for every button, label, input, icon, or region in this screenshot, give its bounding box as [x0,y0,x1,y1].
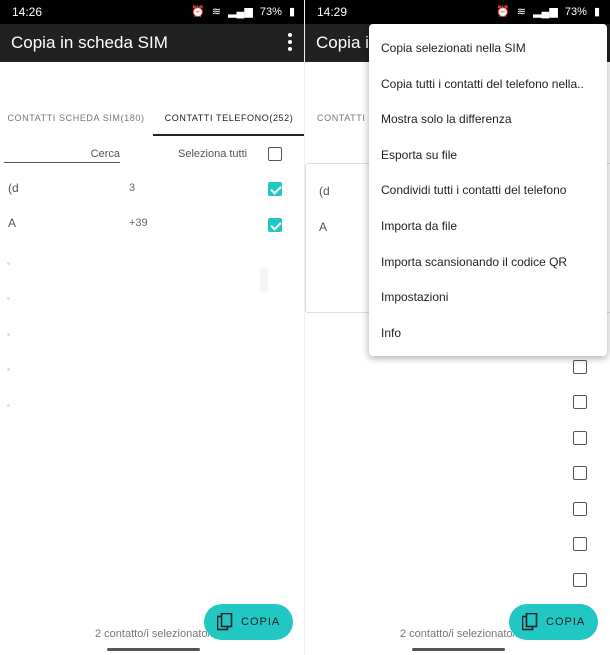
status-bar: 14:29 ⏰ ≋ ▂▄▆ 73% ▮ [305,0,610,24]
home-indicator[interactable] [412,648,505,651]
battery-percent: 73% [259,6,282,18]
menu-item-copy-all[interactable]: Copia tutti i contatti del telefono nell… [381,77,584,91]
menu-item-import-file[interactable]: Importa da file [381,219,457,233]
search-field[interactable]: Cerca [80,148,120,160]
faded-row-marker [7,333,10,336]
status-time: 14:26 [12,5,43,19]
signal-icon: ▂▄▆ [228,6,253,18]
copy-button[interactable]: COPIA [509,604,598,640]
wifi-icon: ≋ [211,6,221,18]
left-screen: 14:26 ⏰ ≋ ▂▄▆ 73% ▮ Copia in scheda SIM … [0,0,305,655]
contact-name: (d [319,184,330,198]
overflow-menu: Copia selezionati nella SIM Copia tutti … [369,24,607,356]
menu-item-share-all[interactable]: Condividi tutti i contatti del telefono [381,183,566,197]
select-all-label: Seleziona tutti [178,148,248,160]
menu-item-import-qr[interactable]: Importa scansionando il codice QR [381,255,567,269]
alarm-icon: ⏰ [496,6,510,18]
faded-row-marker [7,297,10,300]
contact-checkbox[interactable] [573,537,587,551]
faded-row-marker [7,404,10,407]
faded-row-marker [7,262,10,265]
app-title: Copia in scheda SIM [11,33,168,52]
contact-checkbox[interactable] [573,502,587,516]
search-underline [4,162,120,163]
selection-count: 2 contatto/i selezionato/i [400,628,519,640]
contact-name: A [8,216,17,230]
home-indicator[interactable] [107,648,200,651]
signal-icon: ▂▄▆ [533,6,558,18]
copy-icon [217,613,233,631]
status-time: 14:29 [317,5,348,19]
selection-count: 2 contatto/i selezionato/i [95,628,214,640]
status-icons: ⏰ ≋ ▂▄▆ 73% ▮ [187,5,295,18]
alarm-icon: ⏰ [191,6,205,18]
contact-checkbox[interactable] [573,466,587,480]
app-bar: Copia in scheda SIM [0,24,305,62]
nav-bar [0,645,305,655]
tab-sim-contacts[interactable]: CONTATTI SCHEDA SIM(180) [0,100,152,136]
faded-scroll-marker [260,268,268,292]
copy-button-label: COPIA [241,616,281,628]
battery-percent: 73% [564,6,587,18]
tab-bar: CONTATTI SCHEDA SIM(180) CONTATTI TELEFO… [0,100,305,136]
contact-name: (d [8,181,19,195]
contact-checkbox[interactable] [573,573,587,587]
contact-name: A [319,220,328,234]
nav-bar [305,645,610,655]
contact-checkbox[interactable] [573,431,587,445]
contact-checkbox[interactable] [573,395,587,409]
contact-checkbox[interactable] [268,182,282,196]
contact-checkbox[interactable] [573,360,587,374]
faded-row-marker [7,368,10,371]
battery-icon: ▮ [593,6,600,18]
menu-item-export-file[interactable]: Esporta su file [381,148,457,162]
copy-button-label: COPIA [546,616,586,628]
menu-item-show-difference[interactable]: Mostra solo la differenza [381,112,512,126]
copy-icon [522,613,538,631]
more-options-icon[interactable] [284,30,296,54]
menu-item-settings[interactable]: Impostazioni [381,290,448,304]
wifi-icon: ≋ [516,6,526,18]
tab-phone-contacts[interactable]: CONTATTI TELEFONO(252) [153,100,305,136]
menu-item-copy-selected[interactable]: Copia selezionati nella SIM [381,41,526,55]
battery-icon: ▮ [288,6,295,18]
select-all-checkbox[interactable] [268,147,282,161]
contact-number: 3 [129,182,136,194]
contact-number: +39 [129,217,148,229]
status-icons: ⏰ ≋ ▂▄▆ 73% ▮ [492,5,600,18]
copy-button[interactable]: COPIA [204,604,293,640]
menu-item-info[interactable]: Info [381,326,401,340]
contact-checkbox[interactable] [268,218,282,232]
right-screen: 14:29 ⏰ ≋ ▂▄▆ 73% ▮ Copia in CONTATTI S … [305,0,610,655]
status-bar: 14:26 ⏰ ≋ ▂▄▆ 73% ▮ [0,0,305,24]
